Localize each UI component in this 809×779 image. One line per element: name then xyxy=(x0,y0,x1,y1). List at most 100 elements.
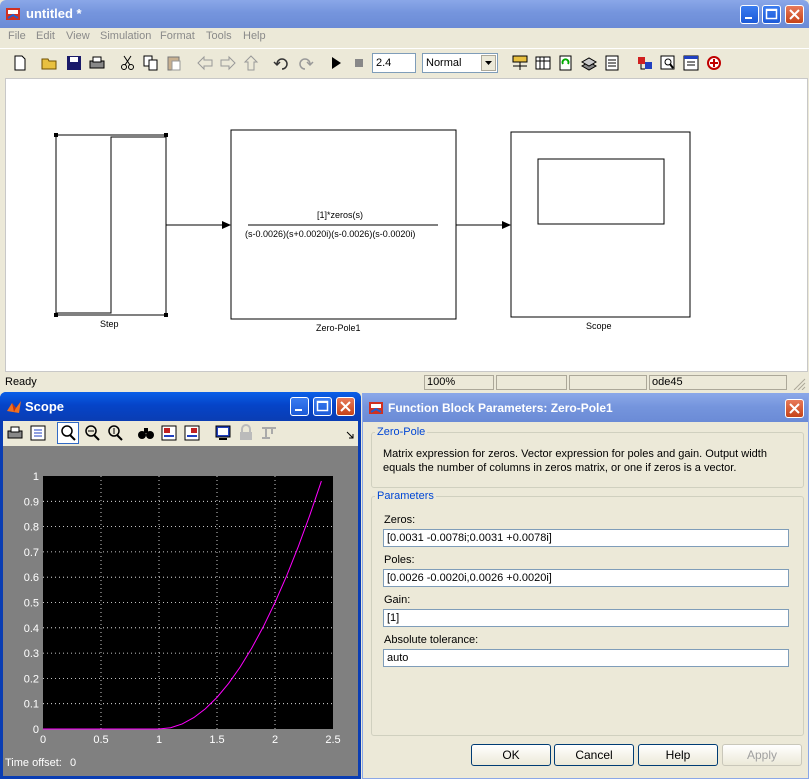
debug-icon[interactable] xyxy=(603,54,621,72)
simulation-mode-value: Normal xyxy=(426,57,462,69)
model-advisor-icon[interactable] xyxy=(636,54,654,72)
menu-help[interactable]: Help xyxy=(243,26,266,46)
absolute-tolerance-input[interactable]: auto xyxy=(383,649,789,667)
matlab-icon xyxy=(7,401,21,413)
y-tick-label: 0.6 xyxy=(24,572,39,584)
status-empty-2 xyxy=(569,375,647,390)
cancel-button[interactable]: Cancel xyxy=(554,744,634,766)
x-tick-label: 1.5 xyxy=(209,734,224,746)
x-tick-label: 2 xyxy=(272,734,278,746)
redo-icon[interactable] xyxy=(296,54,314,72)
save-axes-icon[interactable] xyxy=(160,424,178,442)
maximize-button[interactable] xyxy=(762,5,781,24)
stop-time-input[interactable]: 2.4 xyxy=(372,53,416,73)
copy-icon[interactable] xyxy=(142,54,160,72)
y-tick-label: 0.2 xyxy=(24,673,39,685)
y-tick-label: 0.4 xyxy=(24,623,39,635)
up-arrow-icon[interactable] xyxy=(242,54,260,72)
numerator-text: [1]*zeros(s) xyxy=(317,210,364,220)
scope-block-screen xyxy=(537,158,665,225)
floating-scope-icon[interactable] xyxy=(214,424,232,442)
find-icon[interactable] xyxy=(659,54,677,72)
start-simulation-icon[interactable] xyxy=(327,54,345,72)
y-tick-label: 0.3 xyxy=(24,648,39,660)
y-tick-label: 0.8 xyxy=(24,522,39,534)
menu-bar: File Edit View Simulation Format Tools H… xyxy=(0,26,809,46)
scope-figure: 0 0.5 1 1.5 2 2.5 0 0.1 0.2 0.3 0.4 0.5 0.6 0.7 0.8 0.9… xyxy=(3,446,358,776)
new-file-icon[interactable] xyxy=(11,54,29,72)
lock-icon[interactable] xyxy=(237,424,255,442)
ok-button[interactable]: OK xyxy=(471,744,551,766)
step-block[interactable] xyxy=(54,133,168,317)
parameters-group-label: Parameters xyxy=(375,490,436,502)
simulink-window: untitled * File Edit View Simulation For… xyxy=(0,0,809,392)
menu-view[interactable]: View xyxy=(66,26,90,46)
y-tick-label: 0 xyxy=(33,724,39,736)
scope-window: Scope 0 0.5 1 1.5 2 2.5 0 0.1 0.2 0.3 0.4 0.5 0.6 0.7… xyxy=(0,392,361,779)
zoom-button-active[interactable] xyxy=(57,422,79,444)
status-solver: ode45 xyxy=(649,375,787,390)
scope-close-button[interactable] xyxy=(336,397,355,416)
build-icon[interactable] xyxy=(580,54,598,72)
zeros-label: Zeros: xyxy=(384,514,416,526)
zeropole-to-scope-line[interactable] xyxy=(456,221,511,229)
minimize-button[interactable] xyxy=(740,5,759,24)
dialog-titlebar[interactable]: Function Block Parameters: Zero-Pole1 xyxy=(363,394,808,422)
scope-plot[interactable]: 0 0.5 1 1.5 2 2.5 0 0.1 0.2 0.3 0.4 0.5 0.6 0.7 0.8 0.9… xyxy=(3,446,358,751)
model-explorer-icon[interactable] xyxy=(534,54,552,72)
library-browser-icon[interactable] xyxy=(511,54,529,72)
open-folder-icon[interactable] xyxy=(41,54,59,72)
undo-icon[interactable] xyxy=(273,54,291,72)
close-button[interactable] xyxy=(785,5,804,24)
menu-file[interactable]: File xyxy=(8,26,26,46)
dialog-close-button[interactable] xyxy=(785,399,804,418)
cut-icon[interactable] xyxy=(119,54,137,72)
zoom-x-icon[interactable] xyxy=(83,424,101,442)
time-offset-value: 0 xyxy=(70,757,77,769)
simulation-mode-select[interactable]: Normal xyxy=(422,53,498,73)
scope-parameters-icon[interactable] xyxy=(29,424,47,442)
zeros-input[interactable]: [0.0031 -0.0078i;0.0031 +0.0078i] xyxy=(383,529,789,547)
update-diagram-icon[interactable] xyxy=(557,54,575,72)
scope-print-icon[interactable] xyxy=(6,424,24,442)
stop-simulation-icon[interactable] xyxy=(350,54,368,72)
menu-simulation[interactable]: Simulation xyxy=(100,26,151,46)
simulink-app-icon xyxy=(6,8,20,20)
paste-icon[interactable] xyxy=(165,54,183,72)
poles-input[interactable]: [0.0026 -0.0020i,0.0026 +0.0020i] xyxy=(383,569,789,587)
gain-input[interactable]: [1] xyxy=(383,609,789,627)
time-offset-label: Time offset: xyxy=(5,757,62,769)
resize-grip-icon[interactable] xyxy=(792,377,806,390)
model-diagram xyxy=(54,129,691,320)
signal-selection-icon[interactable] xyxy=(260,424,278,442)
dropdown-arrow-icon[interactable] xyxy=(481,55,496,71)
help-button[interactable]: Help xyxy=(638,744,718,766)
back-arrow-icon[interactable] xyxy=(196,54,214,72)
scope-maximize-button[interactable] xyxy=(313,397,332,416)
y-tick-label: 1 xyxy=(33,471,39,483)
autoscale-icon[interactable] xyxy=(137,424,155,442)
zoom-y-icon[interactable] xyxy=(106,424,124,442)
print-icon[interactable] xyxy=(88,54,106,72)
denominator-text: (s-0.0026)(s+0.0020i)(s-0.0026)(s-0.0020… xyxy=(245,229,416,239)
restore-axes-icon[interactable] xyxy=(183,424,201,442)
apply-button[interactable]: Apply xyxy=(722,744,802,766)
toolbar-overflow-icon[interactable] xyxy=(346,431,354,439)
scope-minimize-button[interactable] xyxy=(290,397,309,416)
model-canvas[interactable]: Step [1]*zeros(s) (s-0.0026)(s+0.0020i)(… xyxy=(5,78,808,372)
scope-block-label: Scope xyxy=(586,321,612,331)
profiler-icon[interactable] xyxy=(705,54,723,72)
simulink-titlebar[interactable]: untitled * xyxy=(0,0,809,28)
scope-titlebar[interactable]: Scope xyxy=(0,392,361,421)
forward-arrow-icon[interactable] xyxy=(219,54,237,72)
menu-edit[interactable]: Edit xyxy=(36,26,55,46)
step-to-zeropole-line[interactable] xyxy=(166,221,231,229)
scope-toolbar xyxy=(3,421,358,446)
x-tick-label: 2.5 xyxy=(325,734,340,746)
menu-format[interactable]: Format xyxy=(160,26,195,46)
properties-icon[interactable] xyxy=(682,54,700,72)
menu-tools[interactable]: Tools xyxy=(206,26,232,46)
status-empty-1 xyxy=(496,375,567,390)
save-icon[interactable] xyxy=(65,54,83,72)
gain-label: Gain: xyxy=(384,594,411,606)
